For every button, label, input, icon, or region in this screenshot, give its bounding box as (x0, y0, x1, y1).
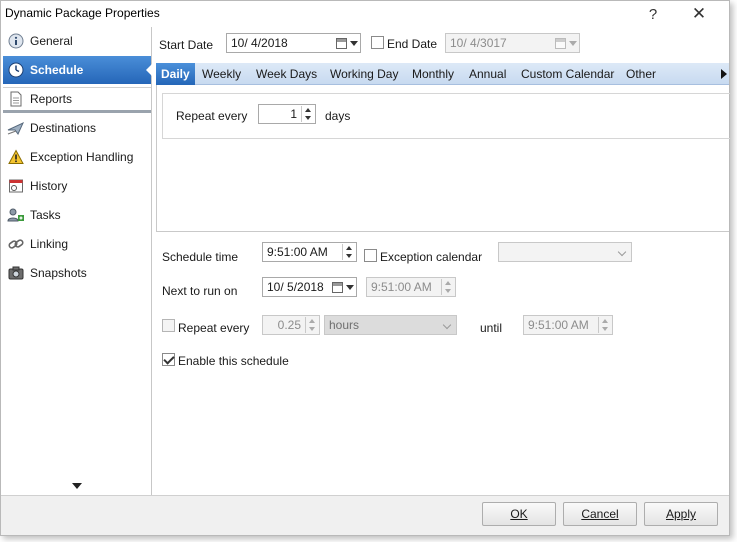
tab-scroll-right-icon[interactable] (721, 69, 727, 79)
repeat-interval-stepper[interactable]: 0.25 (262, 315, 320, 335)
tab-other[interactable]: Other (621, 63, 661, 85)
schedule-time-label: Schedule time (162, 250, 239, 264)
sidebar-item-label: Reports (30, 92, 73, 106)
until-label: until (480, 321, 503, 335)
tab-weekly[interactable]: Weekly (197, 63, 246, 85)
daily-tab-panel: Repeat every 1 days (156, 85, 730, 232)
sidebar-item-label: General (30, 34, 73, 48)
next-run-time-value: 9:51:00 AM (371, 280, 432, 294)
next-run-date-value: 10/ 5/2018 (267, 280, 324, 294)
sidebar-item-label: Exception Handling (30, 150, 134, 164)
title-bar: Dynamic Package Properties ? ✕ (1, 1, 729, 27)
exception-calendar-checkbox[interactable] (364, 249, 377, 262)
tasks-icon (7, 206, 25, 224)
dialog-window: Dynamic Package Properties ? ✕ General S… (0, 0, 730, 536)
chevron-down-icon[interactable] (72, 483, 82, 489)
warning-icon (7, 148, 25, 166)
sidebar-item-tasks[interactable]: Tasks (3, 202, 151, 228)
schedule-time-value: 9:51:00 AM (267, 245, 328, 259)
repeat-every-days-stepper[interactable]: 1 (258, 104, 316, 124)
chevron-down-icon (617, 247, 627, 257)
frequency-tabs: Daily Weekly Week Days Working Day Month… (156, 63, 729, 85)
link-icon (7, 235, 25, 253)
camera-icon (7, 264, 25, 282)
tab-working-day[interactable]: Working Day (325, 63, 403, 85)
until-time-value: 9:51:00 AM (528, 318, 589, 332)
next-run-time-input[interactable]: 9:51:00 AM (366, 277, 456, 297)
sidebar-item-label: History (30, 179, 68, 193)
until-time-input[interactable]: 9:51:00 AM (523, 315, 613, 335)
sidebar-item-label: Tasks (30, 208, 61, 222)
spin-buttons (598, 317, 611, 333)
sidebar-item-general[interactable]: General (3, 28, 151, 54)
calendar-dropdown-icon (555, 36, 577, 50)
repeat-interval-value: 0.25 (277, 318, 301, 332)
apply-label: Apply (665, 507, 697, 521)
start-date-value: 10/ 4/2018 (231, 36, 288, 50)
repeat-every-group: Repeat every 1 days (162, 93, 730, 139)
help-button[interactable]: ? (633, 2, 673, 26)
next-run-date-picker[interactable]: 10/ 5/2018 (262, 277, 357, 297)
chevron-down-icon (442, 320, 452, 330)
repeat-every-days-value: 1 (290, 107, 297, 121)
days-unit-label: days (325, 109, 351, 123)
info-icon (7, 32, 25, 50)
ok-label: OK (510, 507, 528, 521)
tab-annual[interactable]: Annual (464, 63, 511, 85)
exception-calendar-select[interactable] (498, 242, 632, 262)
cancel-label: Cancel (581, 507, 619, 521)
calendar-dropdown-icon[interactable] (336, 36, 358, 50)
start-date-picker[interactable]: 10/ 4/2018 (226, 33, 361, 53)
end-date-checkbox[interactable] (371, 36, 384, 49)
ok-button[interactable]: OK (482, 502, 556, 526)
spin-buttons (441, 279, 454, 295)
repeat-unit-select[interactable]: hours (324, 315, 457, 335)
tab-daily[interactable]: Daily (156, 63, 195, 85)
document-icon (7, 90, 25, 108)
repeat-every-label: Repeat every (178, 321, 250, 335)
calendar-dropdown-icon[interactable] (332, 280, 354, 294)
send-icon (7, 119, 25, 137)
tab-monthly[interactable]: Monthly (407, 63, 459, 85)
window-title: Dynamic Package Properties (5, 6, 160, 20)
button-bar: OK Cancel Apply (1, 495, 729, 535)
sidebar-item-label: Linking (30, 237, 69, 251)
sidebar-item-label: Destinations (30, 121, 97, 135)
clock-icon (7, 61, 25, 79)
spin-buttons (305, 317, 318, 333)
sidebar-item-history[interactable]: History (3, 173, 151, 199)
end-date-picker[interactable]: 10/ 4/3017 (445, 33, 580, 53)
schedule-time-input[interactable]: 9:51:00 AM (262, 242, 357, 262)
sidebar: General Schedule Reports Destinations Ex… (1, 27, 153, 495)
sidebar-item-snapshots[interactable]: Snapshots (3, 260, 151, 286)
schedule-panel: Start Date 10/ 4/2018 End Date 10/ 4/301… (152, 27, 730, 495)
close-button[interactable]: ✕ (679, 2, 719, 26)
spin-buttons[interactable] (301, 106, 314, 122)
start-date-label: Start Date (159, 38, 214, 52)
sidebar-item-reports[interactable]: Reports (3, 87, 151, 113)
sidebar-item-exception-handling[interactable]: Exception Handling (3, 144, 151, 170)
sidebar-item-destinations[interactable]: Destinations (3, 115, 151, 141)
tab-custom-calendar[interactable]: Custom Calendar (516, 63, 619, 85)
sidebar-item-linking[interactable]: Linking (3, 231, 151, 257)
end-date-label: End Date (387, 37, 438, 51)
apply-button[interactable]: Apply (644, 502, 718, 526)
sidebar-item-schedule[interactable]: Schedule (3, 56, 153, 84)
spin-buttons[interactable] (342, 244, 355, 260)
cancel-button[interactable]: Cancel (563, 502, 637, 526)
end-date-value: 10/ 4/3017 (450, 36, 507, 50)
enable-schedule-checkbox[interactable] (162, 353, 175, 366)
exception-calendar-label: Exception calendar (380, 250, 483, 264)
history-icon (7, 177, 25, 195)
repeat-unit-value: hours (329, 318, 360, 332)
enable-schedule-label: Enable this schedule (178, 354, 289, 368)
tab-week-days[interactable]: Week Days (251, 63, 322, 85)
repeat-every-checkbox[interactable] (162, 319, 175, 332)
sidebar-item-label: Schedule (30, 63, 84, 77)
next-to-run-label: Next to run on (162, 284, 238, 298)
repeat-every-days-label: Repeat every (176, 109, 248, 123)
sidebar-item-label: Snapshots (30, 266, 87, 280)
